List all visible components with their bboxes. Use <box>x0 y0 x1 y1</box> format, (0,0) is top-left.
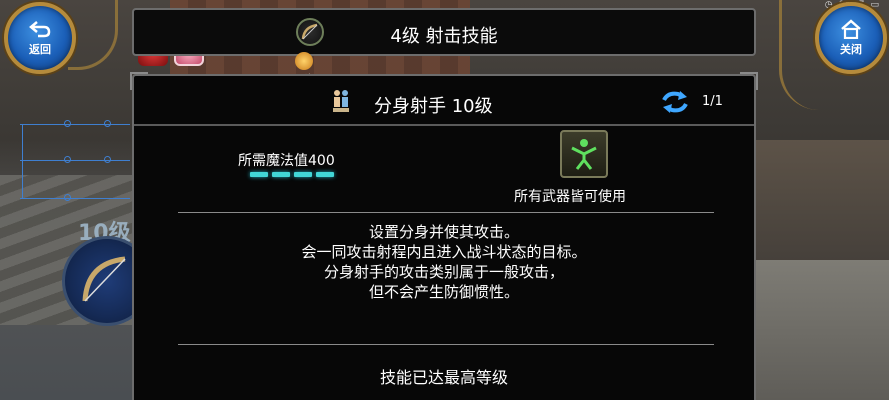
divider <box>178 212 714 213</box>
panel-title: 4级 射击技能 <box>390 26 498 47</box>
mana-bars <box>250 172 334 177</box>
mana-bar-segment <box>272 172 290 177</box>
back-button-label: 返回 <box>29 43 51 56</box>
max-level-text: 技能已达最高等级 <box>379 368 508 387</box>
close-button[interactable]: 关闭 <box>815 2 887 74</box>
skill-description: 设置分身并使其攻击。 会一同攻击射程内且进入战斗状态的目标。 分身射手的攻击类别… <box>134 222 754 302</box>
skill-detail-panel: 分身射手 10级 1/1 所需魔法值400 所有武器皆可使用 设置分身并使其攻击… <box>130 72 758 400</box>
skill-tree-node <box>64 156 71 163</box>
refresh-icon[interactable] <box>660 90 690 114</box>
mana-bar-segment <box>316 172 334 177</box>
skill-tree-line <box>20 198 130 199</box>
skill-tree-node <box>104 156 111 163</box>
mana-bar-segment <box>294 172 312 177</box>
description-line: 分身射手的攻击类别属于一般攻击， <box>323 263 564 281</box>
skill-tree-node <box>64 120 71 127</box>
star-buff-icon <box>295 52 313 70</box>
back-arrow-icon <box>29 21 51 38</box>
skill-tree-line <box>20 160 130 161</box>
description-line: 会一同攻击射程内且进入战斗状态的目标。 <box>301 243 587 261</box>
skill-name: 分身射手 10级 <box>374 96 493 117</box>
skill-tree-node <box>64 194 71 201</box>
header-divider <box>134 124 754 126</box>
title-panel: 4级 射击技能 <box>132 8 756 56</box>
description-line: 但不会产生防御惯性。 <box>368 283 519 301</box>
weapon-restriction: 所有武器皆可使用 <box>514 189 626 205</box>
mana-requirement: 所需魔法值400 <box>238 153 335 169</box>
close-button-label: 关闭 <box>840 43 862 56</box>
divider <box>178 344 714 345</box>
home-icon <box>841 19 861 39</box>
description-line: 设置分身并使其攻击。 <box>368 223 519 241</box>
clone-archer-icon <box>333 90 349 112</box>
skill-header: 分身射手 10级 1/1 <box>134 80 754 120</box>
skill-tree-node <box>104 120 111 127</box>
back-button[interactable]: 返回 <box>4 2 76 74</box>
skill-tree-line <box>22 124 23 198</box>
all-weapons-icon <box>560 130 608 178</box>
mana-bar-segment <box>250 172 268 177</box>
page-indicator: 1/1 <box>702 94 723 109</box>
skill-tree-line <box>20 124 130 125</box>
